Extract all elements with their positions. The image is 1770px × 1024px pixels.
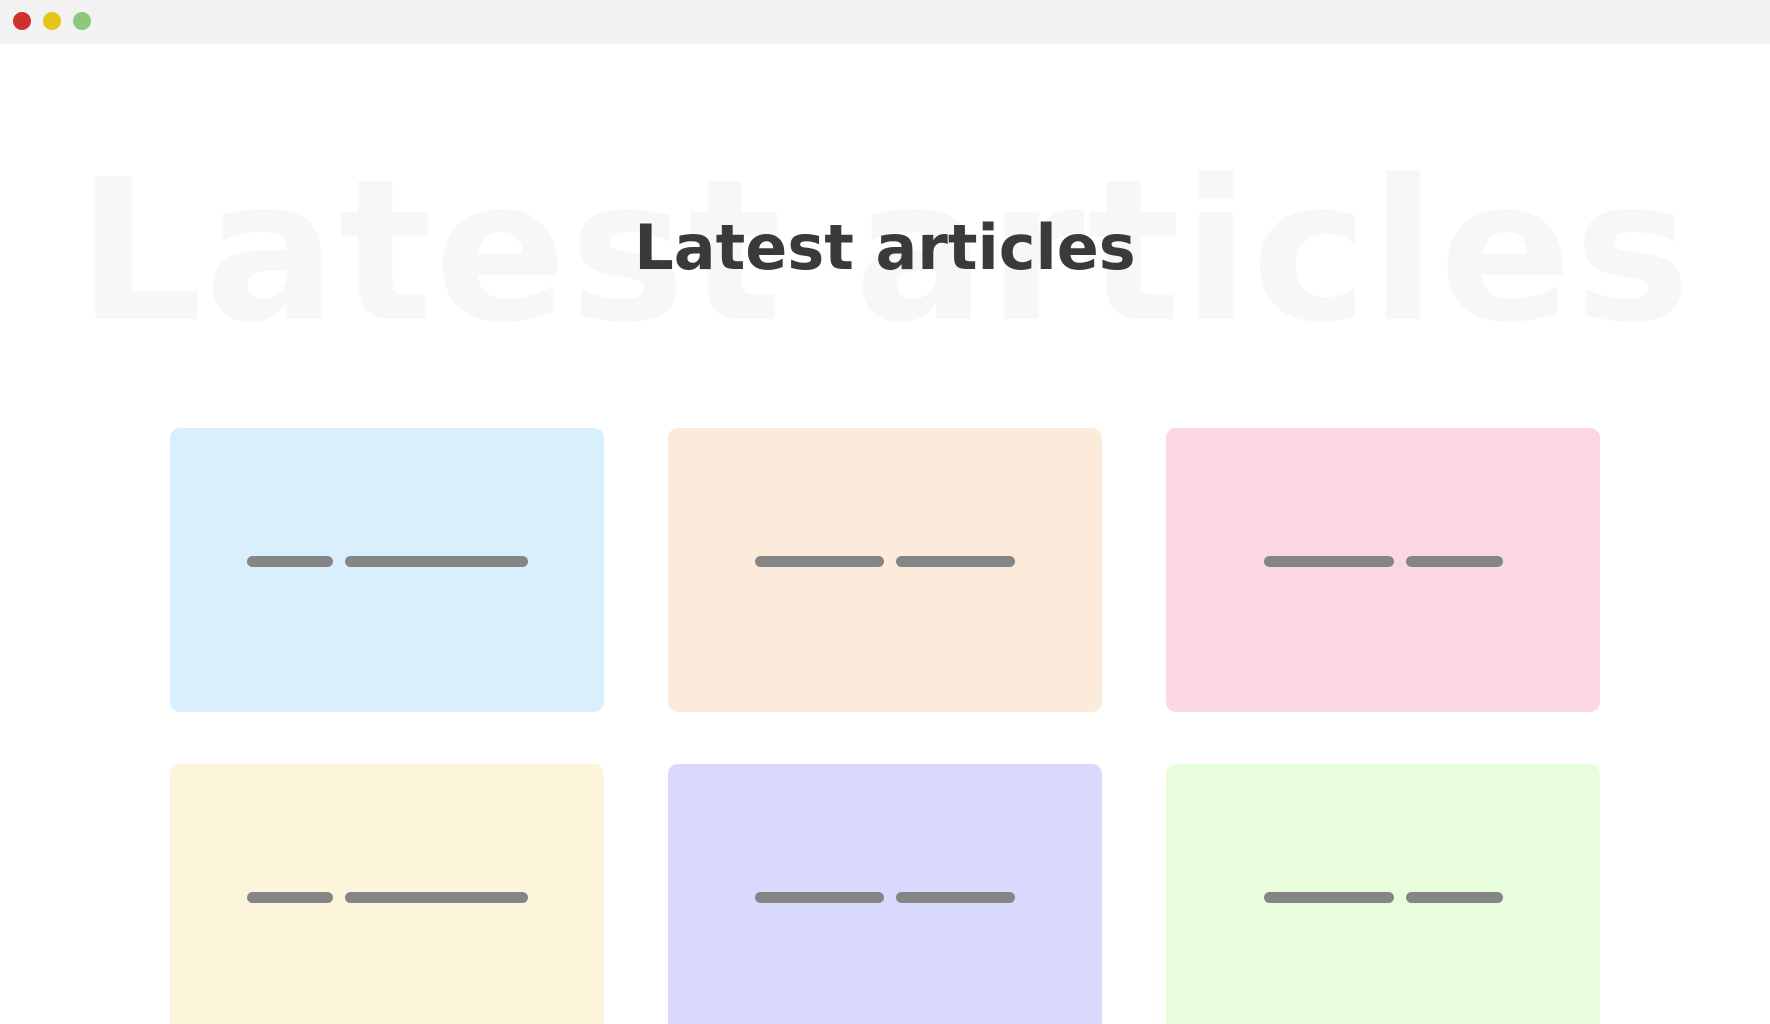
- page-content: Latest articles Latest articles: [0, 44, 1770, 1024]
- window-titlebar: [0, 0, 1770, 44]
- placeholder-bar: [344, 556, 528, 567]
- placeholder-bar: [246, 892, 333, 903]
- close-window-button[interactable]: [13, 12, 31, 30]
- article-card-4[interactable]: [170, 764, 604, 1024]
- card-placeholder-text: [170, 892, 604, 903]
- articles-grid: [170, 428, 1600, 1024]
- article-card-3[interactable]: [1166, 428, 1600, 712]
- page-title: Latest articles: [634, 211, 1136, 284]
- card-placeholder-text: [668, 556, 1102, 567]
- card-placeholder-text: [1166, 892, 1600, 903]
- card-placeholder-text: [1166, 556, 1600, 567]
- placeholder-bar: [1405, 556, 1503, 567]
- placeholder-bar: [344, 892, 528, 903]
- card-placeholder-text: [170, 556, 604, 567]
- placeholder-bar: [755, 556, 884, 567]
- card-placeholder-text: [668, 892, 1102, 903]
- placeholder-bar: [896, 556, 1015, 567]
- minimize-window-button[interactable]: [43, 12, 61, 30]
- placeholder-bar: [1263, 892, 1394, 903]
- placeholder-bar: [246, 556, 333, 567]
- maximize-window-button[interactable]: [73, 12, 91, 30]
- placeholder-bar: [896, 892, 1015, 903]
- article-card-1[interactable]: [170, 428, 604, 712]
- placeholder-bar: [1405, 892, 1503, 903]
- article-card-5[interactable]: [668, 764, 1102, 1024]
- placeholder-bar: [1263, 556, 1394, 567]
- browser-window: Latest articles Latest articles: [0, 0, 1770, 1024]
- article-card-2[interactable]: [668, 428, 1102, 712]
- article-card-6[interactable]: [1166, 764, 1600, 1024]
- placeholder-bar: [755, 892, 884, 903]
